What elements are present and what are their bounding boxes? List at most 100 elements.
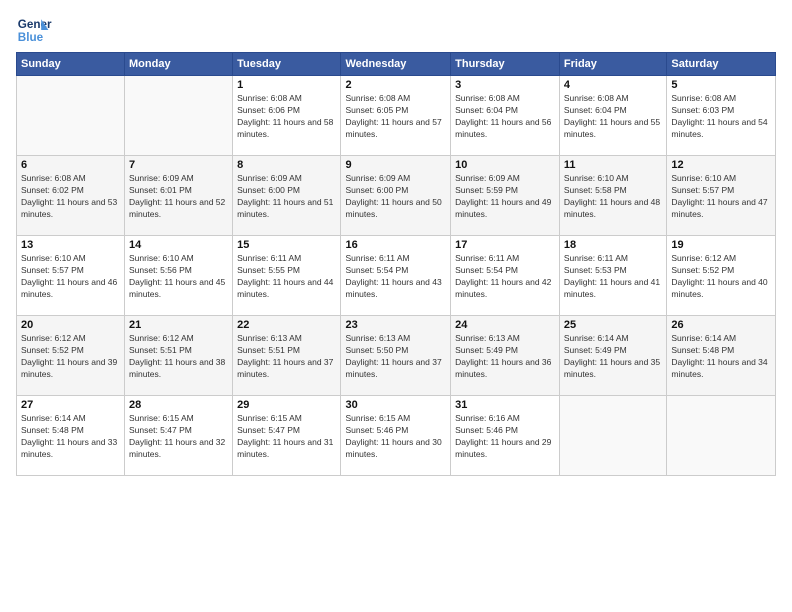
day-info: Sunrise: 6:11 AM Sunset: 5:54 PM Dayligh… bbox=[455, 253, 555, 301]
week-row-2: 6 Sunrise: 6:08 AM Sunset: 6:02 PM Daylig… bbox=[17, 156, 776, 236]
day-info: Sunrise: 6:08 AM Sunset: 6:04 PM Dayligh… bbox=[455, 93, 555, 141]
day-info: Sunrise: 6:14 AM Sunset: 5:48 PM Dayligh… bbox=[671, 333, 771, 381]
day-info: Sunrise: 6:14 AM Sunset: 5:49 PM Dayligh… bbox=[564, 333, 662, 381]
day-number: 13 bbox=[21, 239, 120, 251]
calendar-cell: 14 Sunrise: 6:10 AM Sunset: 5:56 PM Dayli… bbox=[125, 236, 233, 316]
calendar-cell: 9 Sunrise: 6:09 AM Sunset: 6:00 PM Daylig… bbox=[341, 156, 451, 236]
calendar-cell: 26 Sunrise: 6:14 AM Sunset: 5:48 PM Dayli… bbox=[667, 316, 776, 396]
day-number: 30 bbox=[345, 399, 446, 411]
calendar-cell: 4Sunrise: 6:08 AM Sunset: 6:04 PM Daylig… bbox=[559, 76, 666, 156]
day-number: 14 bbox=[129, 239, 228, 251]
week-row-1: 1 Sunrise: 6:08 AM Sunset: 6:06 PM Daylig… bbox=[17, 76, 776, 156]
calendar-cell: 30 Sunrise: 6:15 AM Sunset: 5:46 PM Dayli… bbox=[341, 396, 451, 476]
day-info: Sunrise: 6:10 AM Sunset: 5:57 PM Dayligh… bbox=[671, 173, 771, 221]
day-info: Sunrise: 6:09 AM Sunset: 5:59 PM Dayligh… bbox=[455, 173, 555, 221]
day-info: Sunrise: 6:12 AM Sunset: 5:52 PM Dayligh… bbox=[21, 333, 120, 381]
day-number: 23 bbox=[345, 319, 446, 331]
day-number: 27 bbox=[21, 399, 120, 411]
day-info: Sunrise: 6:13 AM Sunset: 5:49 PM Dayligh… bbox=[455, 333, 555, 381]
day-number: 15 bbox=[237, 239, 336, 251]
week-row-3: 13 Sunrise: 6:10 AM Sunset: 5:57 PM Dayli… bbox=[17, 236, 776, 316]
day-info: Sunrise: 6:14 AM Sunset: 5:48 PM Dayligh… bbox=[21, 413, 120, 461]
calendar-cell bbox=[667, 396, 776, 476]
calendar-cell: 16Sunrise: 6:11 AM Sunset: 5:54 PM Dayli… bbox=[341, 236, 451, 316]
logo: General Blue bbox=[16, 12, 52, 48]
calendar-table: SundayMondayTuesdayWednesdayThursdayFrid… bbox=[16, 52, 776, 476]
day-info: Sunrise: 6:15 AM Sunset: 5:47 PM Dayligh… bbox=[237, 413, 336, 461]
weekday-header-saturday: Saturday bbox=[667, 53, 776, 76]
day-info: Sunrise: 6:13 AM Sunset: 5:50 PM Dayligh… bbox=[345, 333, 446, 381]
calendar-cell: 20 Sunrise: 6:12 AM Sunset: 5:52 PM Dayli… bbox=[17, 316, 125, 396]
svg-text:Blue: Blue bbox=[18, 31, 44, 44]
day-info: Sunrise: 6:12 AM Sunset: 5:52 PM Dayligh… bbox=[671, 253, 771, 301]
day-info: Sunrise: 6:10 AM Sunset: 5:58 PM Dayligh… bbox=[564, 173, 662, 221]
day-number: 6 bbox=[21, 159, 120, 171]
calendar-cell: 5 Sunrise: 6:08 AM Sunset: 6:03 PM Daylig… bbox=[667, 76, 776, 156]
day-number: 3 bbox=[455, 79, 555, 91]
day-info: Sunrise: 6:08 AM Sunset: 6:02 PM Dayligh… bbox=[21, 173, 120, 221]
day-number: 20 bbox=[21, 319, 120, 331]
day-number: 17 bbox=[455, 239, 555, 251]
weekday-header-tuesday: Tuesday bbox=[233, 53, 341, 76]
day-info: Sunrise: 6:13 AM Sunset: 5:51 PM Dayligh… bbox=[237, 333, 336, 381]
day-number: 18 bbox=[564, 239, 662, 251]
day-number: 10 bbox=[455, 159, 555, 171]
calendar-cell bbox=[125, 76, 233, 156]
day-info: Sunrise: 6:12 AM Sunset: 5:51 PM Dayligh… bbox=[129, 333, 228, 381]
day-number: 21 bbox=[129, 319, 228, 331]
day-info: Sunrise: 6:11 AM Sunset: 5:53 PM Dayligh… bbox=[564, 253, 662, 301]
calendar-cell bbox=[17, 76, 125, 156]
calendar-cell: 19 Sunrise: 6:12 AM Sunset: 5:52 PM Dayli… bbox=[667, 236, 776, 316]
calendar-cell: 25Sunrise: 6:14 AM Sunset: 5:49 PM Dayli… bbox=[559, 316, 666, 396]
day-number: 7 bbox=[129, 159, 228, 171]
day-info: Sunrise: 6:08 AM Sunset: 6:03 PM Dayligh… bbox=[671, 93, 771, 141]
day-number: 2 bbox=[345, 79, 446, 91]
day-info: Sunrise: 6:09 AM Sunset: 6:01 PM Dayligh… bbox=[129, 173, 228, 221]
calendar-cell: 3 Sunrise: 6:08 AM Sunset: 6:04 PM Daylig… bbox=[451, 76, 560, 156]
calendar-cell: 27 Sunrise: 6:14 AM Sunset: 5:48 PM Dayli… bbox=[17, 396, 125, 476]
calendar-cell: 17 Sunrise: 6:11 AM Sunset: 5:54 PM Dayli… bbox=[451, 236, 560, 316]
main-container: General Blue SundayMondayTuesdayWednesda… bbox=[0, 0, 792, 612]
calendar-cell: 6 Sunrise: 6:08 AM Sunset: 6:02 PM Daylig… bbox=[17, 156, 125, 236]
day-number: 22 bbox=[237, 319, 336, 331]
day-info: Sunrise: 6:08 AM Sunset: 6:05 PM Dayligh… bbox=[345, 93, 446, 141]
day-number: 1 bbox=[237, 79, 336, 91]
day-number: 31 bbox=[455, 399, 555, 411]
day-info: Sunrise: 6:09 AM Sunset: 6:00 PM Dayligh… bbox=[345, 173, 446, 221]
calendar-cell: 28 Sunrise: 6:15 AM Sunset: 5:47 PM Dayli… bbox=[125, 396, 233, 476]
weekday-header-friday: Friday bbox=[559, 53, 666, 76]
day-info: Sunrise: 6:08 AM Sunset: 6:06 PM Dayligh… bbox=[237, 93, 336, 141]
day-number: 5 bbox=[671, 79, 771, 91]
day-info: Sunrise: 6:10 AM Sunset: 5:56 PM Dayligh… bbox=[129, 253, 228, 301]
calendar-cell: 2 Sunrise: 6:08 AM Sunset: 6:05 PM Daylig… bbox=[341, 76, 451, 156]
day-number: 11 bbox=[564, 159, 662, 171]
week-row-4: 20 Sunrise: 6:12 AM Sunset: 5:52 PM Dayli… bbox=[17, 316, 776, 396]
logo-icon: General Blue bbox=[16, 12, 52, 48]
day-info: Sunrise: 6:10 AM Sunset: 5:57 PM Dayligh… bbox=[21, 253, 120, 301]
day-number: 24 bbox=[455, 319, 555, 331]
day-info: Sunrise: 6:15 AM Sunset: 5:46 PM Dayligh… bbox=[345, 413, 446, 461]
calendar-cell: 31 Sunrise: 6:16 AM Sunset: 5:46 PM Dayli… bbox=[451, 396, 560, 476]
calendar-cell: 11 Sunrise: 6:10 AM Sunset: 5:58 PM Dayli… bbox=[559, 156, 666, 236]
weekday-header-row: SundayMondayTuesdayWednesdayThursdayFrid… bbox=[17, 53, 776, 76]
calendar-cell: 24 Sunrise: 6:13 AM Sunset: 5:49 PM Dayli… bbox=[451, 316, 560, 396]
weekday-header-thursday: Thursday bbox=[451, 53, 560, 76]
day-info: Sunrise: 6:11 AM Sunset: 5:54 PM Dayligh… bbox=[345, 253, 446, 301]
day-number: 28 bbox=[129, 399, 228, 411]
calendar-cell: 12Sunrise: 6:10 AM Sunset: 5:57 PM Dayli… bbox=[667, 156, 776, 236]
weekday-header-wednesday: Wednesday bbox=[341, 53, 451, 76]
header: General Blue bbox=[16, 12, 776, 48]
day-number: 9 bbox=[345, 159, 446, 171]
day-number: 29 bbox=[237, 399, 336, 411]
day-info: Sunrise: 6:09 AM Sunset: 6:00 PM Dayligh… bbox=[237, 173, 336, 221]
day-number: 8 bbox=[237, 159, 336, 171]
calendar-cell: 22 Sunrise: 6:13 AM Sunset: 5:51 PM Dayli… bbox=[233, 316, 341, 396]
day-number: 26 bbox=[671, 319, 771, 331]
calendar-cell: 10 Sunrise: 6:09 AM Sunset: 5:59 PM Dayli… bbox=[451, 156, 560, 236]
day-info: Sunrise: 6:08 AM Sunset: 6:04 PM Dayligh… bbox=[564, 93, 662, 141]
day-info: Sunrise: 6:15 AM Sunset: 5:47 PM Dayligh… bbox=[129, 413, 228, 461]
day-number: 19 bbox=[671, 239, 771, 251]
day-info: Sunrise: 6:16 AM Sunset: 5:46 PM Dayligh… bbox=[455, 413, 555, 461]
calendar-cell: 1 Sunrise: 6:08 AM Sunset: 6:06 PM Daylig… bbox=[233, 76, 341, 156]
calendar-cell: 18 Sunrise: 6:11 AM Sunset: 5:53 PM Dayli… bbox=[559, 236, 666, 316]
